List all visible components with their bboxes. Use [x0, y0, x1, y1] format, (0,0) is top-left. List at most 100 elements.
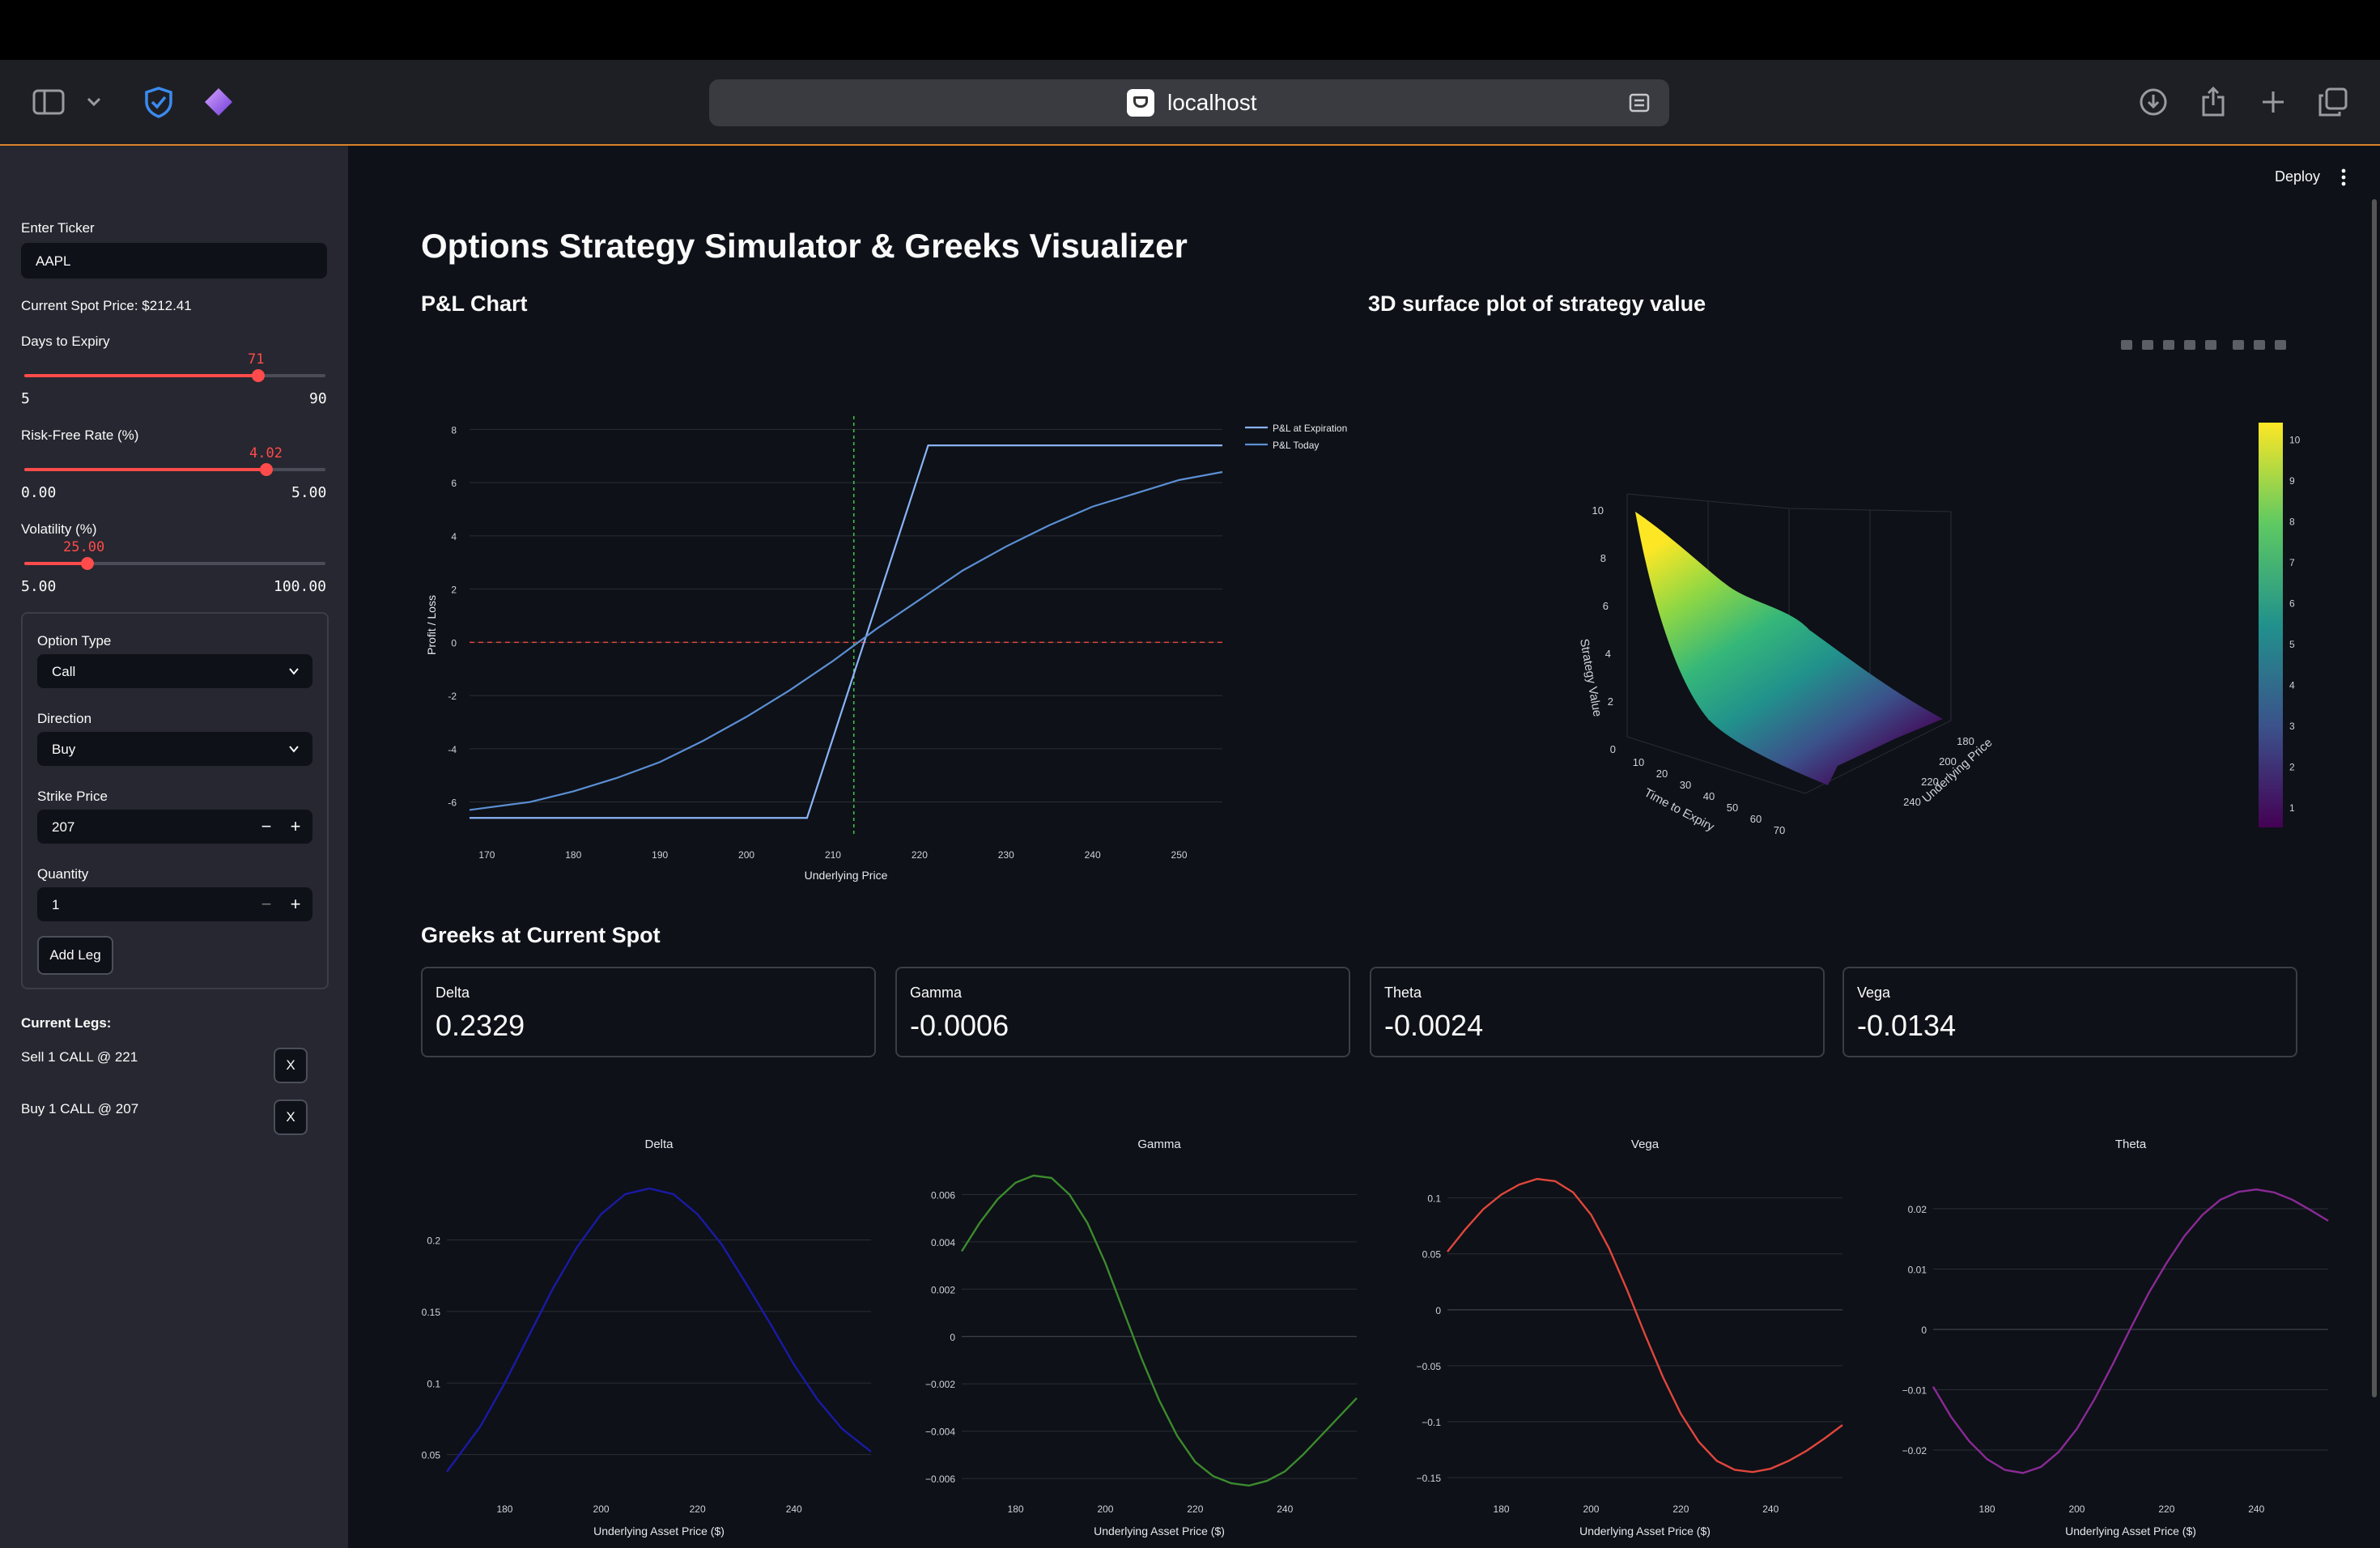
x-tick-label: 70 [1774, 824, 1785, 836]
metric-value: 0.2329 [436, 1009, 525, 1042]
deploy-button[interactable]: Deploy [2275, 168, 2320, 185]
main-menu-icon[interactable] [2341, 168, 2346, 186]
colorbar-tick-label: 6 [2289, 598, 2295, 610]
x-tick-label: 60 [1750, 813, 1762, 825]
y-tick-label: 0.02 [1908, 1204, 1927, 1215]
colorbar-tick-label: 2 [2289, 762, 2295, 773]
tab-overview-icon[interactable] [2310, 79, 2356, 125]
option-type-label: Option Type [37, 633, 112, 649]
vega-metric: Vega -0.0134 [1842, 967, 2297, 1057]
chart-title: Vega [1631, 1138, 1660, 1151]
pnl-chart[interactable]: -6 -4 -2 0 2 4 6 8 170 180 190 200 210 220 230 240 250 P&… [413, 397, 1368, 891]
quantity-input[interactable]: 1 − + [37, 887, 312, 921]
url-text: localhost [1167, 90, 1257, 115]
x-axis-label: Underlying Asset Price ($) [2065, 1525, 2196, 1537]
metric-value: -0.0006 [910, 1009, 1009, 1042]
x-tick-label: 240 [1085, 849, 1101, 861]
days-slider-max: 90 [309, 390, 327, 407]
legend-label: P&L at Expiration [1273, 423, 1347, 434]
reader-mode-icon[interactable] [1629, 93, 1650, 113]
metric-value: -0.0024 [1384, 1009, 1484, 1042]
option-type-value: Call [52, 664, 76, 679]
pan-icon [2163, 340, 2174, 350]
x-tick-label: 240 [1762, 1503, 1779, 1515]
share-icon[interactable] [2191, 79, 2236, 125]
days-slider[interactable] [24, 369, 325, 382]
quantity-decrement-button[interactable]: − [257, 894, 275, 915]
z-tick-label: 2 [1608, 695, 1613, 708]
y-tick-label: −0.02 [1902, 1445, 1927, 1457]
remove-leg-button[interactable]: X [274, 1099, 308, 1135]
chart-title: Theta [2115, 1138, 2147, 1151]
vol-slider[interactable] [24, 557, 325, 570]
vol-slider-thumb[interactable] [81, 557, 95, 570]
volatility-label: Volatility (%) [21, 521, 97, 537]
y-tick-label: 8 [451, 424, 457, 436]
delta-metric: Delta 0.2329 [421, 967, 876, 1057]
days-slider-fill [24, 374, 258, 377]
metric-label: Gamma [910, 985, 963, 1001]
x-tick-label: 180 [1494, 1503, 1510, 1515]
theta-metric: Theta -0.0024 [1370, 967, 1825, 1057]
colorbar-tick-label: 8 [2289, 517, 2295, 528]
modebar [2121, 340, 2286, 350]
x-tick-label: 200 [738, 849, 754, 861]
leg-item-text: Sell 1 CALL @ 221 [21, 1049, 138, 1065]
strike-price-label: Strike Price [37, 789, 108, 804]
days-to-expiry-label: Days to Expiry [21, 334, 110, 349]
strike-increment-button[interactable]: + [287, 816, 304, 837]
y-tick-label: −0.15 [1417, 1473, 1442, 1484]
x-tick-label: 220 [1672, 1503, 1689, 1515]
remove-leg-button[interactable]: X [274, 1048, 308, 1083]
x-tick-label: 20 [1656, 768, 1668, 780]
gamma-chart[interactable]: Gamma −0.006 −0.004 −0.002 0 0.002 0.004 0.006 1… [907, 1124, 1376, 1548]
new-tab-icon[interactable] [2250, 79, 2296, 125]
x-tick-label: 210 [825, 849, 841, 861]
legend-label: P&L Today [1273, 440, 1319, 451]
quantity-increment-button[interactable]: + [287, 894, 304, 915]
surface-plot[interactable]: 0246810 Strategy Value 10203040506070 Ti… [1368, 332, 2331, 866]
ticker-label: Enter Ticker [21, 220, 95, 236]
x-tick-label: 180 [1008, 1503, 1024, 1515]
direction-select[interactable]: Buy [37, 732, 312, 766]
rate-slider-thumb[interactable] [260, 463, 274, 476]
extension-diamond-icon[interactable] [196, 79, 241, 125]
days-slider-value: 71 [248, 351, 265, 368]
download-icon[interactable] [2131, 79, 2176, 125]
rate-slider-fill [24, 468, 267, 471]
theta-chart[interactable]: Theta −0.02 −0.01 0 0.01 0.02 180 200 220 240 Unde… [1878, 1124, 2348, 1548]
ticker-input[interactable]: AAPL [21, 243, 327, 279]
rate-slider[interactable] [24, 463, 325, 476]
option-type-select[interactable]: Call [37, 654, 312, 688]
sidebar-toggle-icon[interactable] [26, 79, 71, 125]
vega-chart[interactable]: Vega −0.15 −0.1 −0.05 0 0.05 0.1 180 200 220 240 Un… [1392, 1124, 1862, 1548]
days-slider-thumb[interactable] [251, 369, 265, 382]
delta-chart[interactable]: Delta 0.05 0.1 0.15 0.2 180 200 220 240 Underlyin… [421, 1124, 890, 1548]
x-tick-label: 220 [912, 849, 928, 861]
y-tick-label: 180 [1957, 735, 1974, 747]
x-tick-label: 50 [1727, 802, 1738, 814]
y-tick-label: 0 [950, 1332, 955, 1343]
window-titlebar [0, 0, 2380, 60]
strike-price-input[interactable]: 207 − + [37, 810, 312, 844]
z-tick-label: 6 [1603, 600, 1609, 612]
chart-title: Delta [644, 1138, 674, 1151]
chevron-down-icon[interactable] [71, 79, 117, 125]
turntable-icon [2205, 340, 2216, 350]
y-tick-label: 4 [451, 531, 457, 542]
y-tick-label: −0.1 [1422, 1417, 1441, 1428]
add-leg-button[interactable]: Add Leg [37, 936, 113, 975]
chevron-down-icon [289, 668, 299, 675]
ticker-input-value: AAPL [36, 253, 71, 269]
x-tick-label: 10 [1633, 756, 1644, 768]
main-scrollbar[interactable] [2372, 199, 2377, 1397]
address-bar[interactable]: localhost [709, 79, 1669, 126]
x-tick-label: 170 [478, 849, 495, 861]
shield-check-icon[interactable] [136, 79, 181, 125]
y-tick-label: 0 [1921, 1325, 1927, 1336]
gamma-metric: Gamma -0.0006 [895, 967, 1350, 1057]
strike-decrement-button[interactable]: − [257, 816, 275, 837]
z-tick-label: 10 [1592, 504, 1604, 517]
surface-plot-heading: 3D surface plot of strategy value [1368, 291, 1706, 316]
x-tick-label: 190 [652, 849, 668, 861]
